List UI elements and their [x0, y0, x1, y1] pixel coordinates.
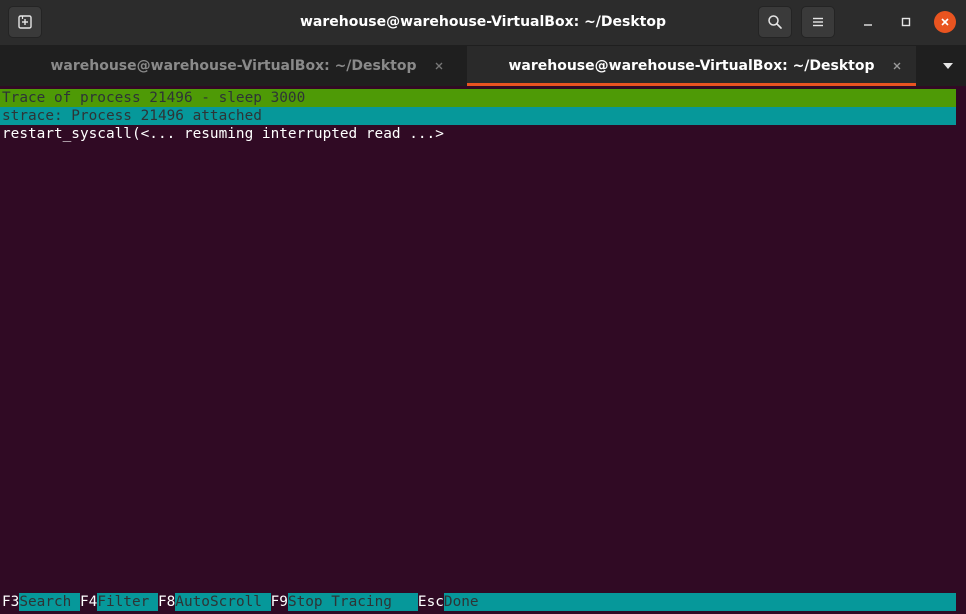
- done-action[interactable]: Done: [443, 593, 479, 611]
- tab-bar: warehouse@warehouse-VirtualBox: ~/Deskto…: [0, 46, 966, 86]
- f4-key: F4: [79, 593, 98, 611]
- hamburger-menu-icon: [813, 17, 823, 27]
- tab-1[interactable]: warehouse@warehouse-VirtualBox: ~/Deskto…: [0, 46, 467, 86]
- new-tab-icon: [18, 15, 32, 29]
- header-bar: warehouse@warehouse-VirtualBox: ~/Deskto…: [0, 0, 966, 46]
- tab-2-label: warehouse@warehouse-VirtualBox: ~/Deskto…: [508, 58, 875, 74]
- trace-header-line: Trace of process 21496 - sleep 3000: [0, 89, 956, 107]
- tab-1-label: warehouse@warehouse-VirtualBox: ~/Deskto…: [50, 58, 417, 74]
- search-button[interactable]: [758, 6, 792, 38]
- active-tab-indicator: [467, 83, 916, 86]
- function-key-bar: F3 Search F4 Filter F8 AutoScroll F9 Stop Tr…: [0, 593, 956, 611]
- terminal-window: warehouse@warehouse-VirtualBox: ~/Deskto…: [0, 0, 966, 614]
- tab-2[interactable]: warehouse@warehouse-VirtualBox: ~/Deskto…: [467, 46, 916, 86]
- function-bar-fill: [478, 593, 956, 611]
- search-action[interactable]: Search: [19, 593, 80, 611]
- f9-key: F9: [270, 593, 288, 611]
- f8-key: F8: [157, 593, 176, 611]
- maximize-button[interactable]: [895, 11, 917, 33]
- close-icon: [435, 62, 443, 70]
- maximize-icon: [901, 17, 911, 27]
- attached-line: strace: Process 21496 attached: [0, 107, 956, 125]
- chevron-down-icon: [943, 63, 953, 69]
- close-icon: [893, 62, 901, 70]
- minimize-icon: [864, 24, 872, 26]
- autoscroll-action[interactable]: AutoScroll: [175, 593, 271, 611]
- search-icon: [768, 15, 782, 29]
- terminal-output[interactable]: Trace of process 21496 - sleep 3000 stra…: [0, 87, 966, 614]
- tab-2-close-button[interactable]: [889, 58, 905, 74]
- filter-action[interactable]: Filter: [97, 593, 158, 611]
- terminal-scrollbar[interactable]: [956, 87, 966, 614]
- syscall-line: restart_syscall(<... resuming interrupte…: [2, 126, 444, 142]
- new-tab-button[interactable]: [8, 6, 42, 38]
- close-icon: [941, 18, 949, 26]
- tabs-dropdown-button[interactable]: [930, 46, 966, 86]
- minimize-button[interactable]: [857, 11, 879, 33]
- menu-button[interactable]: [801, 6, 835, 38]
- f3-key: F3: [0, 593, 20, 611]
- esc-key: Esc: [417, 593, 444, 611]
- tab-1-close-button[interactable]: [431, 58, 447, 74]
- stop-tracing-action[interactable]: Stop Tracing: [287, 593, 418, 611]
- close-button[interactable]: [934, 11, 956, 33]
